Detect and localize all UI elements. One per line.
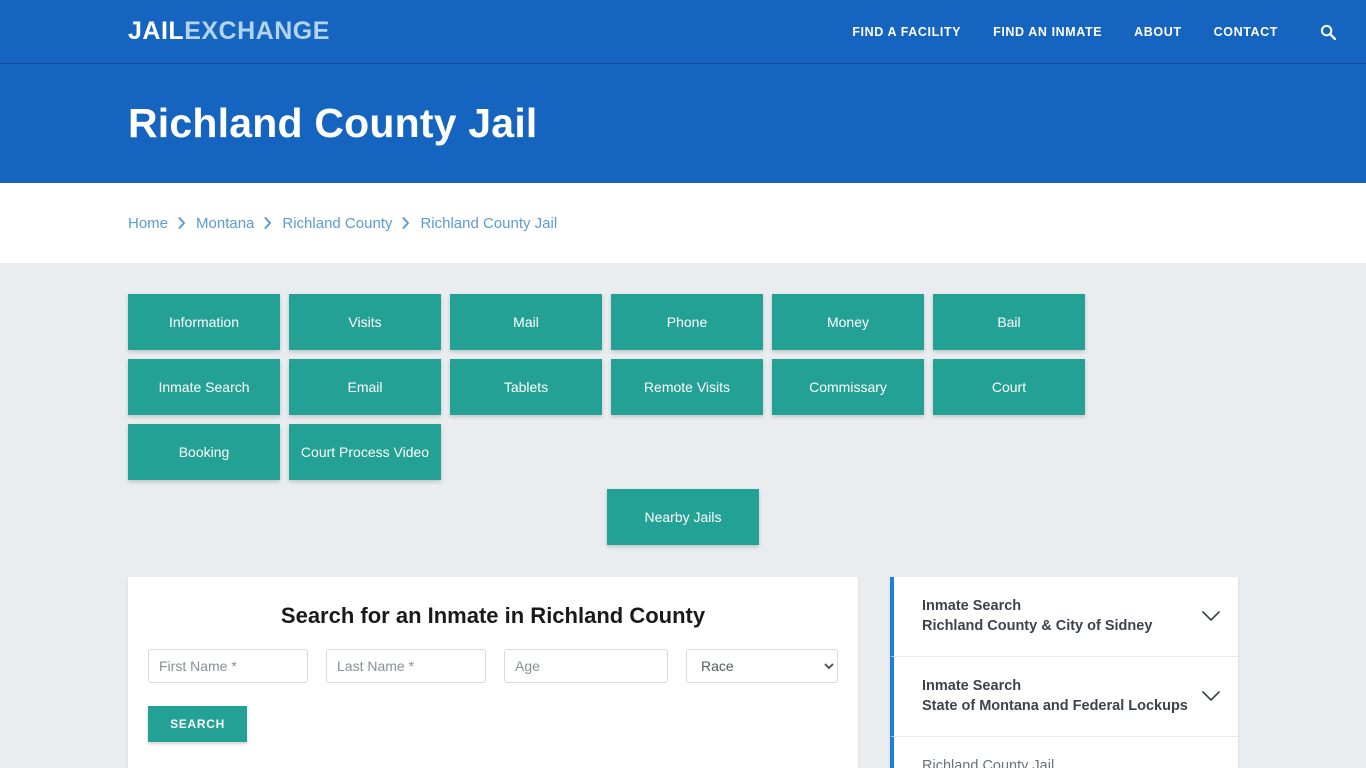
search-heading: Search for an Inmate in Richland County <box>280 603 706 628</box>
accordion-item-text: Inmate Search Richland County & City of … <box>922 597 1190 637</box>
breadcrumb: Home Montana Richland County Richland Co… <box>128 215 557 232</box>
chevron-right-icon <box>402 217 410 229</box>
main-navigation: FIND A FACILITY FIND AN INMATE ABOUT CON… <box>852 22 1338 42</box>
logo-text-primary: JAIL <box>128 17 185 45</box>
section-button-court-process-video[interactable]: Court Process Video <box>289 424 441 480</box>
page-content: Information Visits Mail Phone Money Bail… <box>0 263 1366 768</box>
section-button-nearby-jails[interactable]: Nearby Jails <box>607 489 759 545</box>
accordion-item-line2: Richland County & City of Sidney <box>922 617 1153 634</box>
right-column: Inmate Search Richland County & City of … <box>890 577 1238 768</box>
section-button-row-3: Nearby Jails <box>128 480 1238 545</box>
section-button-grid: Information Visits Mail Phone Money Bail… <box>128 263 1238 480</box>
section-button-visits[interactable]: Visits <box>289 294 441 350</box>
section-button-commissary[interactable]: Commissary <box>772 359 924 415</box>
page-title: Richland County Jail <box>128 100 538 146</box>
breadcrumb-item-montana[interactable]: Montana <box>196 215 254 232</box>
section-button-court[interactable]: Court <box>933 359 1085 415</box>
accordion-item-line1: Inmate Search <box>922 677 1022 694</box>
accordion-item-inmate-search-county[interactable]: Inmate Search Richland County & City of … <box>890 577 1238 657</box>
site-header: JAILEXCHANGE FIND A FACILITY FIND AN INM… <box>0 0 1366 64</box>
search-submit-button[interactable]: SEARCH <box>148 706 247 742</box>
section-button-money[interactable]: Money <box>772 294 924 350</box>
nav-item-find-an-inmate[interactable]: FIND AN INMATE <box>993 25 1102 39</box>
logo-text-secondary: EXCHANGE <box>184 17 330 45</box>
breadcrumb-item-richland-county[interactable]: Richland County <box>282 215 392 232</box>
breadcrumb-band: Home Montana Richland County Richland Co… <box>0 183 1366 263</box>
search-form-row: Race <box>148 649 838 683</box>
section-button-email[interactable]: Email <box>289 359 441 415</box>
page-title-band: Richland County Jail <box>0 64 1366 183</box>
section-button-booking[interactable]: Booking <box>128 424 280 480</box>
chevron-right-icon <box>264 217 272 229</box>
search-icon[interactable] <box>1318 22 1338 42</box>
age-input[interactable] <box>504 649 668 683</box>
section-button-mail[interactable]: Mail <box>450 294 602 350</box>
accordion-item-line1: Richland County Jail <box>922 758 1055 768</box>
breadcrumb-item-richland-county-jail[interactable]: Richland County Jail <box>420 215 557 232</box>
chevron-down-icon[interactable] <box>1200 611 1222 622</box>
chevron-down-icon[interactable] <box>1200 691 1222 702</box>
nav-item-about[interactable]: ABOUT <box>1134 25 1181 39</box>
section-button-tablets[interactable]: Tablets <box>450 359 602 415</box>
accordion-item-contact-information[interactable]: Richland County Jail Contact Information <box>890 737 1238 768</box>
inmate-search-card: Search for an Inmate in Richland County … <box>128 577 858 768</box>
last-name-input[interactable] <box>326 649 486 683</box>
left-column: Search for an Inmate in Richland County … <box>128 577 858 768</box>
nav-item-find-a-facility[interactable]: FIND A FACILITY <box>852 25 961 39</box>
section-button-phone[interactable]: Phone <box>611 294 763 350</box>
section-button-bail[interactable]: Bail <box>933 294 1085 350</box>
section-button-remote-visits[interactable]: Remote Visits <box>611 359 763 415</box>
chevron-right-icon <box>178 217 186 229</box>
accordion-item-text: Inmate Search State of Montana and Feder… <box>922 677 1190 717</box>
first-name-input[interactable] <box>148 649 308 683</box>
site-logo[interactable]: JAILEXCHANGE <box>128 19 330 44</box>
section-button-inmate-search[interactable]: Inmate Search <box>128 359 280 415</box>
accordion-item-inmate-search-state[interactable]: Inmate Search State of Montana and Feder… <box>890 657 1238 737</box>
section-button-information[interactable]: Information <box>128 294 280 350</box>
nav-item-contact[interactable]: CONTACT <box>1214 25 1278 39</box>
race-select[interactable]: Race <box>686 649 838 683</box>
accordion-item-line1: Inmate Search <box>922 597 1022 614</box>
accordion-item-line2: State of Montana and Federal Lockups <box>922 697 1188 714</box>
sidebar-accordion: Inmate Search Richland County & City of … <box>890 577 1238 768</box>
main-columns: Search for an Inmate in Richland County … <box>128 545 1238 768</box>
breadcrumb-item-home[interactable]: Home <box>128 215 168 232</box>
accordion-item-text: Richland County Jail Contact Information <box>922 757 1190 768</box>
